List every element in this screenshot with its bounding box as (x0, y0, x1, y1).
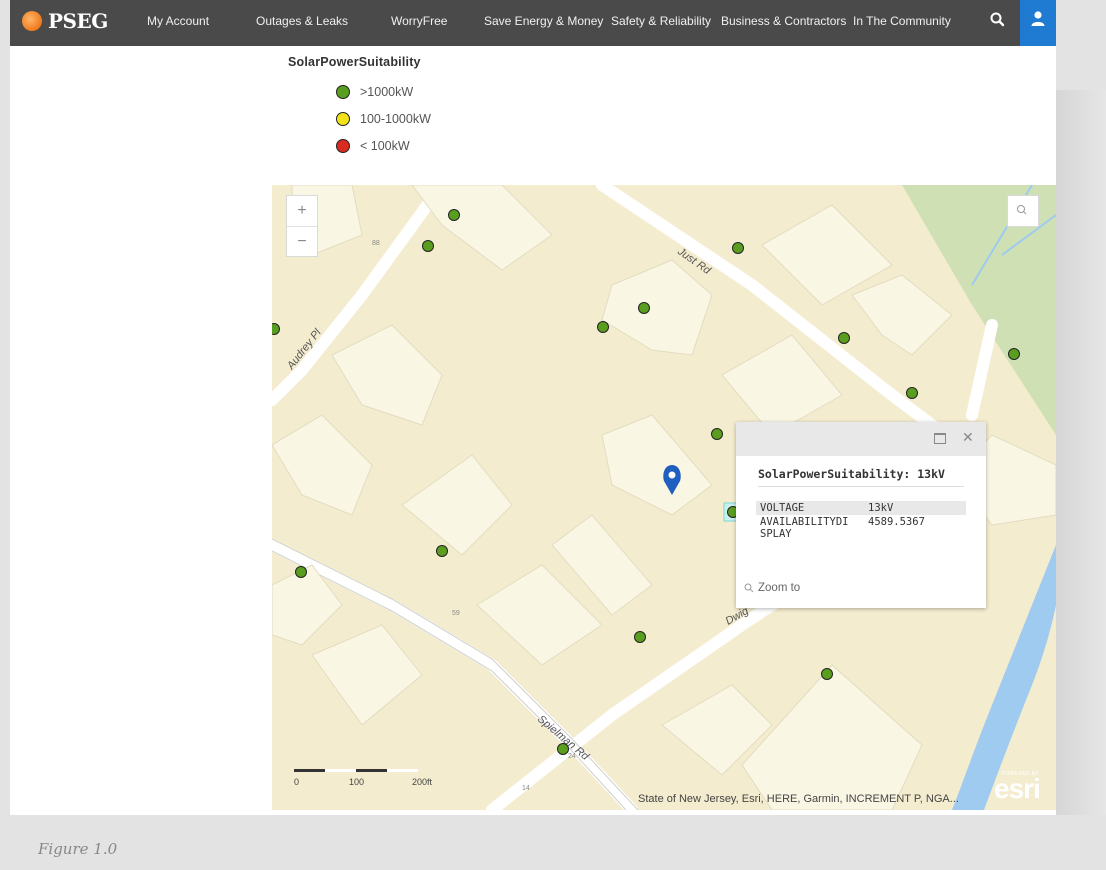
green-circle-icon (336, 85, 350, 99)
nav-community[interactable]: In The Community (853, 14, 951, 28)
nav-business-contractors[interactable]: Business & Contractors (721, 14, 846, 28)
user-account-button[interactable] (1020, 0, 1056, 46)
brand-name: PSEG (48, 9, 108, 33)
top-navigation: PSEG My Account Outages & Leaks WorryFre… (10, 0, 1056, 46)
legend: SolarPowerSuitability >1000kW 100-1000kW… (288, 55, 431, 153)
scale-label: 200ft (412, 777, 433, 787)
attr-key: VOLTAGE (760, 502, 805, 514)
svg-text:88: 88 (372, 240, 380, 247)
attr-value: 13kV (868, 502, 894, 514)
nav-save-energy[interactable]: Save Energy & Money (484, 14, 603, 28)
browser-frame: PSEG My Account Outages & Leaks WorryFre… (10, 0, 1056, 815)
zoom-icon (744, 583, 754, 593)
popup-title: SolarPowerSuitability: 13kV (758, 467, 945, 481)
red-circle-icon (336, 139, 350, 153)
popup-header: ✕ (736, 422, 986, 456)
attribute-table: VOLTAGE 13kV AVAILABILITYDI SPLAY 4589.53… (756, 501, 966, 541)
legend-item-high: >1000kW (336, 85, 413, 99)
legend-label: < 100kW (360, 139, 410, 153)
brand-logo[interactable]: PSEG (22, 9, 108, 33)
page-shadow (1056, 90, 1106, 815)
popup-divider (758, 486, 964, 487)
search-icon[interactable] (988, 10, 1008, 30)
nav-safety-reliability[interactable]: Safety & Reliability (611, 14, 711, 28)
nav-my-account[interactable]: My Account (147, 14, 209, 28)
map-search-button[interactable] (1007, 195, 1039, 227)
user-icon (1031, 11, 1045, 26)
legend-label: >1000kW (360, 85, 414, 99)
legend-item-low: < 100kW (336, 139, 410, 153)
esri-logo: POWERED BY esri (994, 771, 1041, 804)
svg-text:59: 59 (452, 610, 460, 617)
feature-popup: ✕ SolarPowerSuitability: 13kV VOLTAGE 13… (736, 422, 986, 608)
scale-label: 0 (294, 777, 300, 787)
zoom-control: + − (286, 195, 318, 257)
zoom-to-link[interactable]: Zoom to (744, 582, 800, 594)
attr-value: 4589.5367 (868, 516, 925, 528)
zoom-in-button[interactable]: + (287, 196, 317, 227)
nav-outages-leaks[interactable]: Outages & Leaks (256, 14, 348, 28)
svg-text:14: 14 (522, 785, 530, 792)
sun-icon (22, 11, 42, 31)
close-icon[interactable]: ✕ (962, 429, 974, 446)
legend-label: 100-1000kW (360, 112, 431, 126)
zoom-out-button[interactable]: − (287, 227, 317, 257)
legend-title: SolarPowerSuitability (288, 55, 421, 69)
zoom-to-label: Zoom to (758, 582, 801, 594)
scale-label: 100 (349, 777, 365, 787)
yellow-circle-icon (336, 112, 350, 126)
attr-key: AVAILABILITYDI SPLAY (760, 516, 849, 540)
table-row: VOLTAGE 13kV (756, 501, 966, 515)
figure-caption: Figure 1.0 (38, 840, 118, 858)
nav-worryfree[interactable]: WorryFree (391, 14, 447, 28)
legend-item-medium: 100-1000kW (336, 112, 431, 126)
svg-text:24: 24 (568, 753, 576, 760)
maximize-icon[interactable] (934, 433, 946, 444)
search-icon (1017, 205, 1027, 215)
map-attribution[interactable]: State of New Jersey, Esri, HERE, Garmin,… (638, 793, 959, 805)
table-row: AVAILABILITYDI SPLAY 4589.5367 (756, 515, 966, 541)
